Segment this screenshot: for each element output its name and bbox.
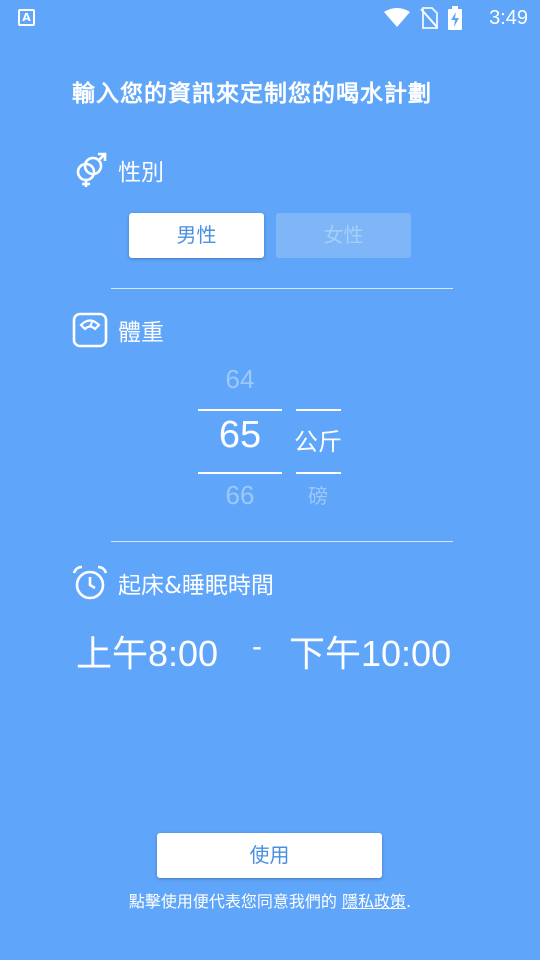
gender-section-header: 性別 <box>72 152 164 188</box>
weight-option-prev[interactable]: 64 <box>198 364 282 395</box>
time-separator: - <box>252 630 262 663</box>
unit-option-next[interactable]: 磅 <box>294 480 342 509</box>
unit-selected-value[interactable]: 公斤 <box>294 422 342 457</box>
weight-picker-top-line <box>198 409 282 411</box>
female-button[interactable]: 女性 <box>276 213 411 258</box>
unit-picker-bottom-line <box>296 472 341 474</box>
schedule-label: 起床&睡眠時間 <box>118 573 274 599</box>
app-notification-icon: A <box>18 9 35 26</box>
gender-icon <box>76 152 107 187</box>
policy-suffix: . <box>406 892 412 911</box>
wifi-icon <box>384 8 410 27</box>
male-button[interactable]: 男性 <box>129 213 264 258</box>
page-title: 輸入您的資訊來定制您的喝水計劃 <box>72 81 432 107</box>
weight-selected-value[interactable]: 65 <box>198 414 282 457</box>
battery-charging-icon <box>448 6 462 30</box>
schedule-section-header: 起床&睡眠時間 <box>72 565 274 601</box>
weight-section-header: 體重 <box>72 312 164 348</box>
divider <box>111 541 453 542</box>
status-bar: A 3:49 <box>0 0 540 36</box>
screen: A 3:49 輸入您的資訊來定制您的喝水計劃 性別 男性 女性 體重 64 65… <box>0 0 540 960</box>
weight-option-next[interactable]: 66 <box>198 480 282 511</box>
policy-notice: 點擊使用便代表您同意我們的 隱私政策. <box>0 888 540 912</box>
policy-text: 點擊使用便代表您同意我們的 <box>128 892 342 911</box>
divider <box>111 288 453 289</box>
wake-time[interactable]: 上午8:00 <box>76 625 218 677</box>
scale-icon <box>72 312 108 348</box>
use-button[interactable]: 使用 <box>157 833 382 878</box>
weight-label: 體重 <box>118 320 164 346</box>
unit-picker-top-line <box>296 409 341 411</box>
sleep-time[interactable]: 下午10:00 <box>289 625 451 677</box>
weight-picker-bottom-line <box>198 472 282 474</box>
no-sim-icon <box>420 7 438 29</box>
status-time: 3:49 <box>489 7 528 29</box>
gender-label: 性別 <box>118 160 164 186</box>
privacy-policy-link[interactable]: 隱私政策 <box>342 892 406 911</box>
alarm-clock-icon <box>72 565 108 600</box>
